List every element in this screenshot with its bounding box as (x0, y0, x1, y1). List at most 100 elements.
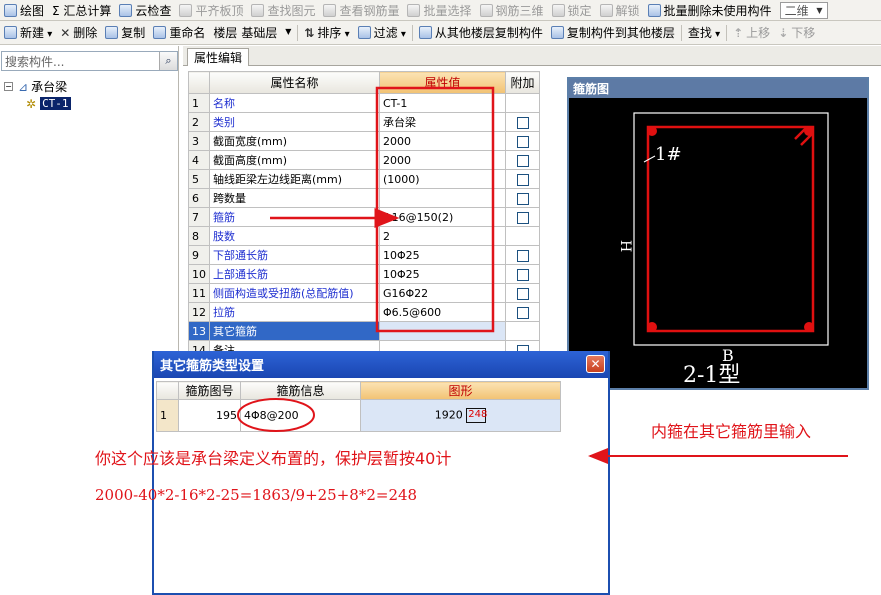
floor-select[interactable]: 基础层 (241, 24, 291, 41)
table-row[interactable]: 1 195 4Φ8@200 1920 248 (156, 399, 561, 432)
attach-cell (505, 169, 540, 189)
sort-button[interactable]: ⇅ 排序 (300, 21, 353, 44)
shape-value: 1920 (434, 408, 463, 422)
sort-icon: ⇅ (304, 26, 315, 40)
toolbar-divider (726, 24, 728, 41)
tree-node-ct1[interactable]: ✲ CT-1 (4, 95, 71, 112)
property-value-cell[interactable]: (1000) (379, 169, 506, 189)
rebar-diagram-title: 箍筋图 (569, 79, 867, 98)
attach-checkbox[interactable] (516, 173, 529, 186)
floor-selector[interactable]: 楼层 基础层 (209, 24, 295, 42)
property-value-cell[interactable]: 2 (379, 226, 506, 246)
toolbar-item-5[interactable]: 查看钢筋量 (319, 0, 403, 20)
table-row[interactable]: 12 拉筋 Φ6.5@600 (188, 302, 540, 322)
attach-cell (505, 226, 540, 246)
toolbar-item-7[interactable]: 钢筋三维 (476, 0, 548, 20)
table-row[interactable]: 3 截面宽度(mm) 2000 (188, 131, 540, 151)
attach-checkbox[interactable] (516, 287, 529, 300)
property-name-cell: 轴线距梁左边线距离(mm) (209, 169, 380, 189)
collapse-icon[interactable]: − (4, 82, 13, 91)
toolbar-item-3[interactable]: 平齐板顶 (175, 0, 247, 20)
property-value-cell[interactable]: 10Φ25 (379, 245, 506, 265)
property-value-cell[interactable]: 10Φ25 (379, 264, 506, 284)
property-value-cell[interactable]: Φ6.5@600 (379, 302, 506, 322)
table-row[interactable]: 4 截面高度(mm) 2000 (188, 150, 540, 170)
search-icon[interactable]: ⌕ (159, 52, 177, 70)
property-value-cell[interactable]: G16Φ22 (379, 283, 506, 303)
tree-node-root[interactable]: − ⊿ 承台梁 (4, 78, 71, 95)
table-row[interactable]: 10 上部通长筋 10Φ25 (188, 264, 540, 284)
property-value-cell[interactable]: 2000 (379, 131, 506, 151)
row-number: 12 (188, 302, 210, 322)
property-value-cell[interactable]: Φ16@150(2) (379, 207, 506, 227)
property-name-cell: 箍筋 (209, 207, 380, 227)
table-row[interactable]: 9 下部通长筋 10Φ25 (188, 245, 540, 265)
table-row[interactable]: 5 轴线距梁左边线距离(mm) (1000) (188, 169, 540, 189)
attach-checkbox[interactable] (516, 116, 529, 129)
move-up-button[interactable]: ⇡ 上移 (729, 21, 774, 44)
toolbar-item-0[interactable]: 绘图 (0, 0, 48, 20)
copy-to-floor-button[interactable]: 复制构件到其他楼层 (547, 21, 679, 44)
property-value-cell[interactable]: 2000 (379, 150, 506, 170)
component-search[interactable]: 搜索构件... ⌕ (1, 51, 178, 71)
attach-checkbox[interactable] (516, 154, 529, 167)
table-row[interactable]: 7 箍筋 Φ16@150(2) (188, 207, 540, 227)
stirrup-info-header: 箍筋信息 (240, 381, 361, 400)
move-down-button[interactable]: ⇣ 下移 (774, 21, 819, 44)
row-number-header (188, 71, 210, 94)
attach-checkbox[interactable] (516, 135, 529, 148)
table-row[interactable]: 6 跨数量 (188, 188, 540, 208)
fig-no-cell[interactable]: 195 (178, 399, 241, 432)
table-row[interactable]: 1 名称 CT-1 (188, 93, 540, 113)
property-name-cell: 侧面构造或受扭筋(总配筋值) (209, 283, 380, 303)
attach-checkbox[interactable] (516, 249, 529, 262)
unlock-icon (599, 3, 613, 17)
row-number: 1 (156, 399, 179, 432)
table-row[interactable]: 11 侧面构造或受扭筋(总配筋值) G16Φ22 (188, 283, 540, 303)
property-tab-strip: 属性编辑 (183, 46, 881, 66)
toolbar-item-8[interactable]: 锁定 (548, 0, 596, 20)
view-mode-select[interactable]: 二维 (779, 1, 828, 19)
attach-checkbox[interactable] (516, 211, 529, 224)
copy-from-floor-button[interactable]: 从其他楼层复制构件 (415, 21, 547, 44)
property-value-cell[interactable]: 承台梁 (379, 112, 506, 132)
component-gear-icon: ✲ (26, 96, 37, 111)
find-button[interactable]: 查找 (684, 21, 724, 44)
height-label: H (617, 240, 633, 252)
toolbar-item-6[interactable]: 批量选择 (403, 0, 475, 20)
attach-cell (505, 131, 540, 151)
copy-to-floor-icon (550, 26, 564, 39)
property-value-cell[interactable] (379, 321, 506, 341)
main-toolbar: 绘图 Σ 汇总计算 云检查 平齐板顶 查找图元 查看钢筋量 批量选择 钢筋三维 锁定 解锁 批量删除… (0, 0, 881, 21)
delete-button[interactable]: ✕ 删除 (56, 21, 101, 44)
tab-property-edit[interactable]: 属性编辑 (187, 48, 250, 66)
search-input[interactable]: 搜索构件... (2, 53, 159, 70)
new-button[interactable]: 新建 (0, 21, 56, 44)
attach-cell (505, 302, 540, 322)
toolbar-item-9[interactable]: 解锁 (596, 0, 644, 20)
toolbar-item-2[interactable]: 云检查 (115, 0, 175, 20)
attach-checkbox[interactable] (516, 192, 529, 205)
view-rebar-icon (323, 3, 337, 17)
other-stirrup-dialog: 其它箍筋类型设置 ✕ 箍筋图号 箍筋信息 图形 1 195 4Φ8@200 19… (152, 351, 610, 595)
attach-checkbox[interactable] (516, 306, 529, 319)
filter-button[interactable]: 过滤 (354, 21, 410, 44)
stirrup-shape-icon: 248 (466, 408, 487, 423)
toolbar-item-10[interactable]: 批量删除未使用构件 (644, 0, 776, 20)
rename-button[interactable]: 重命名 (149, 21, 209, 44)
row-number: 6 (188, 188, 210, 208)
table-row[interactable]: 2 类别 承台梁 (188, 112, 540, 132)
toolbar-item-1[interactable]: Σ 汇总计算 (48, 0, 115, 20)
table-row[interactable]: 13 其它箍筋 (188, 321, 540, 341)
table-row[interactable]: 8 肢数 2 (188, 226, 540, 246)
stirrup-info-cell[interactable]: 4Φ8@200 (240, 399, 361, 432)
shape-cell[interactable]: 1920 248 (360, 399, 561, 432)
toolbar-divider (297, 24, 299, 41)
copy-button[interactable]: 复制 (101, 21, 149, 44)
close-button[interactable]: ✕ (586, 355, 605, 373)
bar-label-leader (643, 155, 656, 163)
attach-checkbox[interactable] (516, 268, 529, 281)
toolbar-item-4[interactable]: 查找图元 (247, 0, 319, 20)
property-value-cell[interactable]: CT-1 (379, 93, 506, 113)
property-value-cell[interactable] (379, 188, 506, 208)
